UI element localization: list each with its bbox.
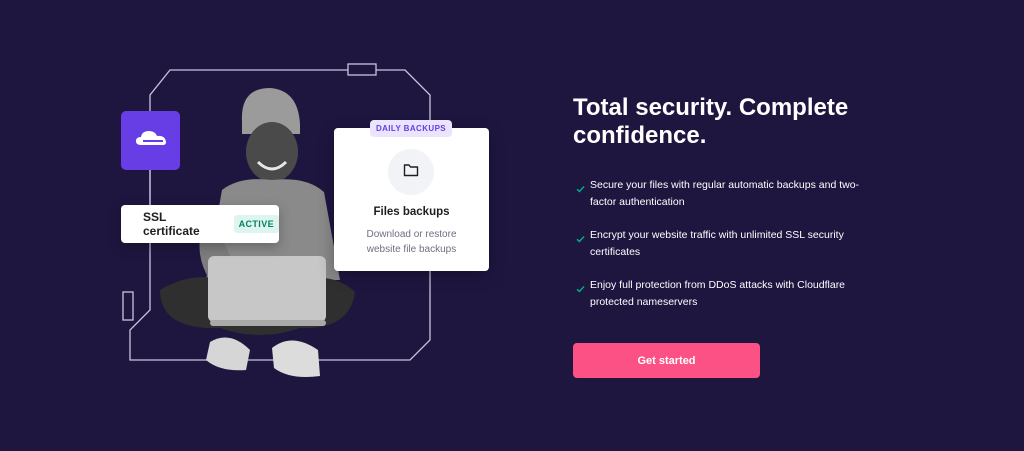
get-started-button[interactable]: Get started	[573, 343, 760, 378]
daily-backups-badge: DAILY BACKUPS	[370, 120, 452, 137]
folder-icon	[403, 163, 419, 182]
feature-text: Enjoy full protection from DDoS attacks …	[590, 279, 846, 308]
files-backups-description: Download or restore website file backups	[366, 229, 457, 255]
feature-text: Encrypt your website traffic with unlimi…	[590, 229, 844, 258]
ssl-certificate-card: SSL certificate ACTIVE	[121, 205, 279, 243]
cloudflare-cloud-icon	[135, 129, 167, 152]
ssl-certificate-label: SSL certificate	[143, 210, 200, 238]
checkmark-icon	[576, 230, 585, 248]
feature-item: Encrypt your website traffic with unlimi…	[576, 227, 896, 261]
checkmark-icon	[576, 280, 585, 298]
feature-item: Secure your files with regular automatic…	[576, 177, 896, 211]
feature-item: Enjoy full protection from DDoS attacks …	[576, 277, 896, 311]
files-backups-title: Files backups	[373, 206, 450, 218]
folder-icon-container	[388, 149, 434, 195]
ssl-status-badge: ACTIVE	[233, 215, 279, 233]
checkmark-icon	[576, 180, 585, 198]
security-section: SSL certificate ACTIVE DAILY BACKUPS Fil…	[0, 0, 1024, 451]
files-backups-card: DAILY BACKUPS Files backups Download or …	[334, 120, 489, 271]
section-headline: Total security. Complete confidence.	[573, 94, 849, 149]
feature-list: Secure your files with regular automatic…	[576, 177, 896, 327]
cloudflare-tile	[121, 111, 180, 170]
feature-text: Secure your files with regular automatic…	[590, 179, 860, 208]
